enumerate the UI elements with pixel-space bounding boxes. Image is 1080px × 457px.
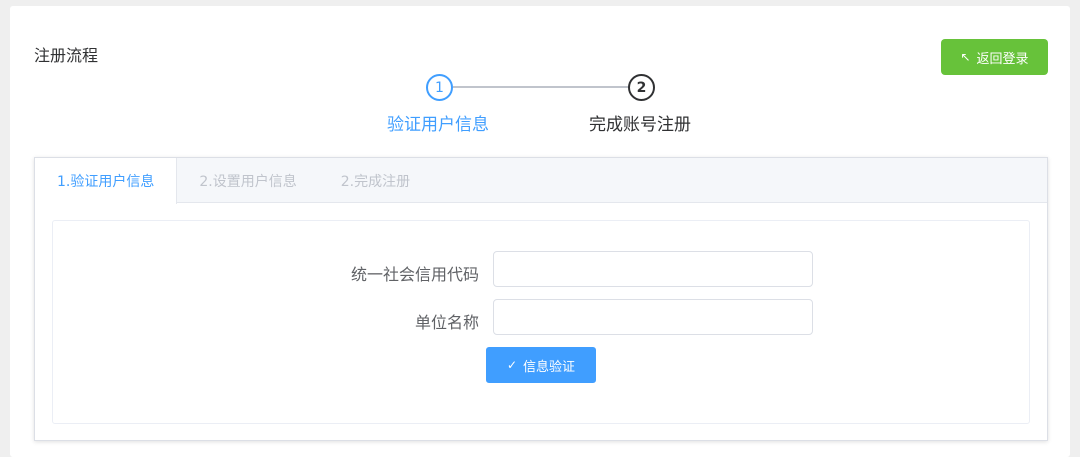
step-1-label: 验证用户信息 <box>387 115 489 135</box>
step-1-circle: 1 <box>426 74 453 101</box>
page-container: 注册流程 ↖ 返回登录 1 2 验证用户信息 完成账号注册 1.验证用户信息 2… <box>10 6 1070 457</box>
steps-indicator: 1 2 验证用户信息 完成账号注册 <box>10 6 1070 146</box>
tab-complete-registration[interactable]: 2.完成注册 <box>319 158 432 203</box>
step-connector-line <box>453 86 629 88</box>
step-2-circle: 2 <box>628 74 655 101</box>
unit-name-input[interactable] <box>493 299 813 335</box>
verify-info-button[interactable]: ✓ 信息验证 <box>486 347 596 383</box>
tabs-header: 1.验证用户信息 2.设置用户信息 2.完成注册 <box>35 158 1047 204</box>
step-2-label: 完成账号注册 <box>589 115 691 135</box>
credit-code-label: 统一社会信用代码 <box>350 265 479 284</box>
unit-name-label: 单位名称 <box>414 313 479 332</box>
verify-form: 统一社会信用代码 单位名称 ✓ 信息验证 <box>52 220 1030 424</box>
tab-set-user-info[interactable]: 2.设置用户信息 <box>177 158 318 203</box>
check-icon: ✓ <box>506 358 518 372</box>
verify-info-label: 信息验证 <box>523 359 576 375</box>
tabs-card: 1.验证用户信息 2.设置用户信息 2.完成注册 统一社会信用代码 单位名称 ✓… <box>34 157 1048 441</box>
credit-code-input[interactable] <box>493 251 813 287</box>
tab-verify-user-info[interactable]: 1.验证用户信息 <box>35 158 178 204</box>
